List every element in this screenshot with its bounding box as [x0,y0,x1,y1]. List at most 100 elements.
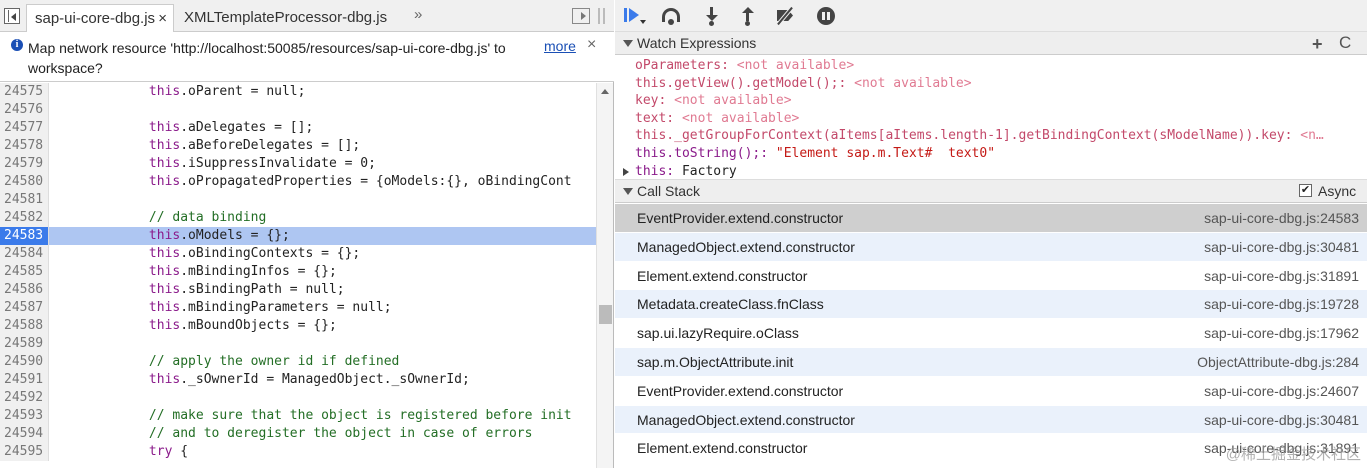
tab-sap-ui-core-dbg[interactable]: sap-ui-core-dbg.js × [26,4,174,32]
step-out-icon[interactable] [738,7,758,26]
code-line[interactable]: 24589 [0,335,596,353]
code-line[interactable]: 24593 // make sure that the object is re… [0,407,596,425]
call-frame[interactable]: ManagedObject.extend.constructor sap-ui-c… [615,405,1367,435]
code-line[interactable]: 24592 [0,389,596,407]
expand-object-icon[interactable] [623,167,629,176]
call-frame-location-link[interactable]: ObjectAttribute-dbg.js:284 [1197,348,1359,377]
tab-xmltemplateprocessor-dbg[interactable]: XMLTemplateProcessor-dbg.js [176,4,387,32]
watch-expression[interactable]: this.getView().getModel();: <not availab… [635,75,972,93]
call-frame-location-link[interactable]: sap-ui-core-dbg.js:24583 [1204,204,1359,233]
watch-expression[interactable]: text: <not available> [635,110,799,128]
line-number[interactable]: 24580 [0,173,49,191]
call-frame-location-link[interactable]: sap-ui-core-dbg.js:30481 [1204,406,1359,435]
code-line[interactable]: 24586 this.sBindingPath = null; [0,281,596,299]
line-number[interactable]: 24593 [0,407,49,425]
step-into-icon[interactable] [702,7,722,26]
debugger-toolbar [615,0,1367,32]
call-frame-location-link[interactable]: sap-ui-core-dbg.js:24607 [1204,377,1359,406]
code-line[interactable]: 24595 try { [0,443,596,461]
code-line[interactable]: 24585 this.mBindingInfos = {}; [0,263,596,281]
line-source: // apply the owner id if defined [55,354,400,369]
code-line[interactable]: 24590 // apply the owner id if defined [0,353,596,371]
step-over-icon[interactable] [661,7,681,25]
tab-close-icon[interactable]: × [158,10,167,27]
line-number[interactable]: 24583 [0,227,49,245]
line-number[interactable]: 24591 [0,371,49,389]
deactivate-breakpoints-icon[interactable] [775,6,795,26]
pause-on-exceptions-icon[interactable] [816,7,836,25]
watch-expression[interactable]: this.toString();: "Element sap.m.Text# t… [635,145,995,163]
async-checkbox[interactable]: ✔ [1299,184,1312,197]
line-number[interactable]: 24594 [0,425,49,443]
call-frame-location-link[interactable]: sap-ui-core-dbg.js:17962 [1204,319,1359,348]
watch-expression-name: this._getGroupForContext(aItems[aItems.l… [635,128,1293,144]
watch-expressions-header[interactable]: Watch Expressions + C [615,31,1367,55]
code-line[interactable]: 24594 // and to deregister the object in… [0,425,596,443]
code-line[interactable]: 24583 this.oModels = {}; [0,227,596,245]
editor-vertical-scrollbar[interactable] [596,83,613,468]
more-tabs-chevron-icon[interactable]: » [414,6,422,23]
infobar-close-icon[interactable]: × [587,36,596,54]
watch-expression[interactable]: oParameters: <not available> [635,57,854,75]
call-frame-location-link[interactable]: sap-ui-core-dbg.js:31891 [1204,262,1359,291]
code-line[interactable]: 24577 this.aDelegates = []; [0,119,596,137]
code-line[interactable]: 24584 this.oBindingContexts = {}; [0,245,596,263]
code-line[interactable]: 24579 this.iSuppressInvalidate = 0; [0,155,596,173]
call-frame[interactable]: EventProvider.extend.constructor sap-ui-c… [615,204,1367,233]
call-frame-name: EventProvider.extend.constructor [637,382,844,399]
call-frame-name: sap.m.ObjectAttribute.init [637,353,794,370]
watch-expression[interactable]: this: Factory [635,163,737,179]
line-number[interactable]: 24577 [0,119,49,137]
code-line[interactable]: 24580 this.oPropagatedProperties = {oMod… [0,173,596,191]
watch-expression-value: <not available> [728,58,855,73]
line-number[interactable]: 24589 [0,335,49,353]
scroll-up-arrow-icon[interactable] [601,89,609,94]
call-frame[interactable]: sap.ui.lazyRequire.oClass sap-ui-core-dbg… [615,319,1367,348]
resume-icon[interactable] [624,7,646,25]
pane-splitter-handle[interactable] [598,8,605,24]
code-line[interactable]: 24587 this.mBindingParameters = null; [0,299,596,317]
code-line[interactable]: 24578 this.aBeforeDelegates = []; [0,137,596,155]
call-frame[interactable]: ManagedObject.extend.constructor sap-ui-c… [615,232,1367,262]
add-expression-icon[interactable]: + [1312,34,1323,55]
line-number[interactable]: 24582 [0,209,49,227]
line-number[interactable]: 24585 [0,263,49,281]
line-number[interactable]: 24587 [0,299,49,317]
watch-expression-name: key: [635,93,667,109]
workspace-mapping-infobar: i Map network resource 'http://localhost… [0,32,614,82]
line-number[interactable]: 24584 [0,245,49,263]
call-frame[interactable]: Metadata.createClass.fnClass sap-ui-core-… [615,290,1367,320]
line-number[interactable]: 24579 [0,155,49,173]
line-number[interactable]: 24588 [0,317,49,335]
code-line[interactable]: 24588 this.mBoundObjects = {}; [0,317,596,335]
call-frame-location-link[interactable]: sap-ui-core-dbg.js:30481 [1204,233,1359,262]
navigator-toggle-icon[interactable] [4,8,20,24]
infobar-more-link[interactable]: more [544,38,576,54]
refresh-icon[interactable]: C [1339,33,1351,53]
call-frame[interactable]: sap.m.ObjectAttribute.init ObjectAttribut… [615,347,1367,377]
watch-expression[interactable]: key: <not available> [635,92,792,110]
code-line[interactable]: 24582 // data binding [0,209,596,227]
watch-expression[interactable]: this._getGroupForContext(aItems[aItems.l… [635,127,1324,145]
code-editor[interactable]: 24575 this.oParent = null; 24576 24577 thi… [0,83,596,468]
line-number[interactable]: 24586 [0,281,49,299]
code-line[interactable]: 24576 [0,101,596,119]
debugger-pane-toggle-icon[interactable] [572,8,590,24]
code-line[interactable]: 24581 [0,191,596,209]
call-frame-location-link[interactable]: sap-ui-core-dbg.js:19728 [1204,290,1359,319]
call-frame[interactable]: Element.extend.constructor sap-ui-core-db… [615,261,1367,291]
code-line[interactable]: 24591 this._sOwnerId = ManagedObject._sO… [0,371,596,389]
line-number[interactable]: 24592 [0,389,49,407]
line-number[interactable]: 24590 [0,353,49,371]
call-stack-header[interactable]: Call Stack ✔ Async [615,179,1367,203]
scrollbar-thumb[interactable] [599,305,612,324]
code-line[interactable]: 24575 this.oParent = null; [0,83,596,101]
line-number[interactable]: 24578 [0,137,49,155]
call-frame[interactable]: EventProvider.extend.constructor sap-ui-c… [615,376,1367,406]
expand-arrow-icon [623,40,633,47]
line-number[interactable]: 24576 [0,101,49,119]
call-frame-name: Element.extend.constructor [637,440,808,457]
line-number[interactable]: 24581 [0,191,49,209]
line-number[interactable]: 24595 [0,443,49,461]
line-number[interactable]: 24575 [0,83,49,101]
